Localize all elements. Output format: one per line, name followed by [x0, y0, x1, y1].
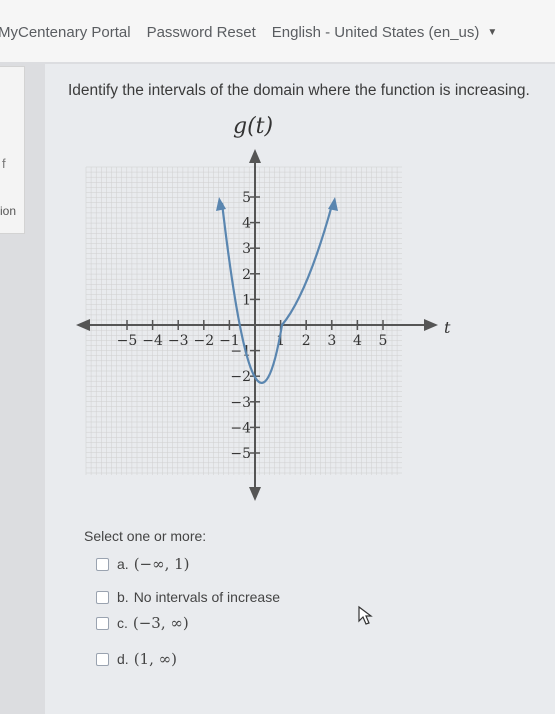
nav-links: MyCentenary Portal Password Reset Englis… [0, 24, 513, 41]
option-d-text: (1, ∞) [133, 650, 177, 668]
x-tick-label: 2 [302, 333, 311, 349]
y-tick-label: 3 [242, 241, 251, 257]
x-axis-left-arrow-icon [76, 319, 90, 331]
option-c[interactable]: c. (−3, ∞) [96, 614, 189, 632]
option-c-checkbox[interactable] [96, 616, 109, 630]
x-tick-label: 4 [353, 333, 362, 349]
y-axis-up-arrow-icon [249, 149, 261, 163]
y-axis-down-arrow-icon [249, 487, 261, 501]
x-tick-label: 3 [327, 333, 336, 349]
top-nav-bar: MyCentenary Portal Password Reset Englis… [0, 0, 555, 62]
option-c-letter: c. [117, 615, 128, 631]
y-tick-label: −3 [230, 395, 251, 411]
language-selector[interactable]: English - United States (en_us) [272, 24, 480, 41]
sidebar-fragment-top: f [2, 156, 6, 171]
x-tick-label: 5 [379, 333, 388, 349]
graph-title: g(t) [233, 114, 274, 139]
option-b-checkbox[interactable] [96, 590, 109, 604]
y-tick-label: −2 [230, 369, 251, 385]
y-tick-label: 1 [242, 292, 251, 308]
select-prompt: Select one or more: [84, 528, 207, 544]
axis-variable-label: t [444, 318, 451, 337]
function-graph: t −5 −4 −3 −2 −1 1 2 3 4 5 54321−1−2−3−4−5 [76, 149, 451, 501]
option-a[interactable]: a. (−∞, 1) [96, 555, 190, 573]
question-text: Identify the intervals of the domain whe… [68, 82, 530, 99]
sidebar-fragment-mid[interactable]: ion [0, 204, 16, 218]
option-a-text: (−∞, 1) [133, 555, 190, 573]
option-b-text: No intervals of increase [133, 589, 280, 605]
y-tick-label: 4 [242, 216, 251, 232]
caret-down-icon[interactable]: ▼ [487, 27, 497, 38]
x-tick-label: −5 [117, 333, 138, 349]
curve-right-arrow-icon [328, 197, 338, 211]
option-a-letter: a. [117, 556, 129, 572]
y-tick-label: 2 [242, 267, 251, 283]
x-tick-label: −4 [142, 333, 163, 349]
option-b-letter: b. [117, 589, 129, 605]
curve-left-arrow-icon [216, 197, 226, 211]
option-d-checkbox[interactable] [96, 652, 109, 666]
x-tick-label: −3 [168, 333, 189, 349]
option-a-checkbox[interactable] [96, 557, 109, 571]
nav-password-reset-link[interactable]: Password Reset [147, 24, 256, 41]
y-tick-label: 5 [242, 190, 251, 206]
x-axis-right-arrow-icon [424, 319, 438, 331]
y-tick-label: −5 [230, 446, 251, 462]
option-d-letter: d. [117, 651, 129, 667]
mouse-cursor-icon [358, 605, 373, 625]
option-c-text: (−3, ∞) [132, 614, 189, 632]
option-b[interactable]: b. No intervals of increase [96, 589, 280, 605]
x-tick-label: −2 [193, 333, 214, 349]
y-tick-label: −4 [230, 420, 251, 436]
nav-portal-link[interactable]: MyCentenary Portal [0, 24, 131, 41]
option-d[interactable]: d. (1, ∞) [96, 650, 177, 668]
